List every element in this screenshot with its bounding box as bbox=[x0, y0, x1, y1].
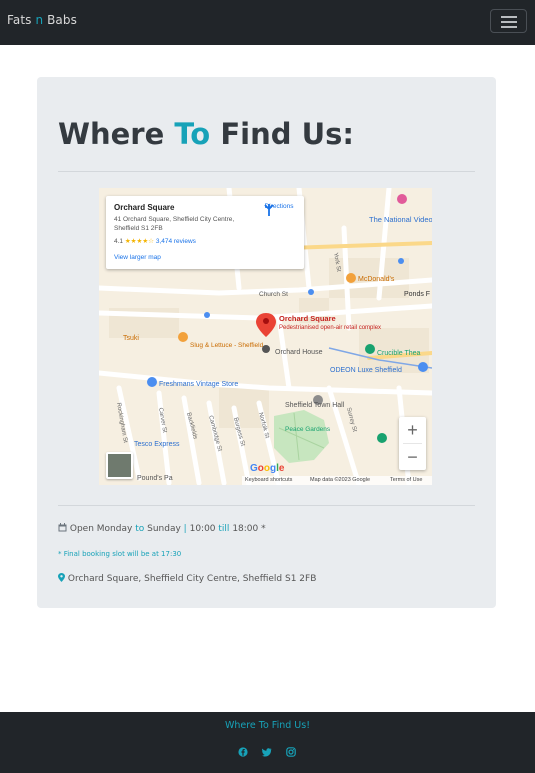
map-data-attribution: Map data ©2023 Google bbox=[310, 477, 371, 483]
instagram-link[interactable] bbox=[286, 742, 296, 757]
google-map-embed[interactable]: The National Videogame Museum McDonald's… bbox=[99, 188, 432, 485]
rating-stars-icon: ★★★★☆ bbox=[124, 238, 154, 245]
map-place-info-card: Orchard Square 41 Orchard Square, Sheffi… bbox=[106, 196, 304, 269]
address-line: Orchard Square, Sheffield City Centre, S… bbox=[58, 573, 316, 584]
google-logo: Google bbox=[250, 463, 285, 474]
zoom-in-button[interactable]: + bbox=[399, 417, 426, 443]
brand-logo-link[interactable]: Fats n Babs bbox=[7, 13, 77, 27]
twitter-icon bbox=[262, 748, 272, 757]
map-zoom-control: + − bbox=[399, 417, 426, 470]
instagram-icon bbox=[286, 747, 296, 757]
svg-text:Tesco Express: Tesco Express bbox=[134, 441, 180, 448]
map-marker-icon bbox=[58, 573, 65, 582]
brand-text-babs: Babs bbox=[43, 13, 77, 27]
page-footer: Where To Find Us! bbox=[0, 712, 535, 773]
satellite-toggle-thumbnail[interactable] bbox=[106, 452, 133, 479]
find-us-card: Where To Find Us: The National Video McD… bbox=[37, 77, 496, 608]
navbar-toggler-button[interactable] bbox=[490, 9, 527, 33]
place-name: Orchard Square bbox=[114, 203, 175, 212]
directions-link[interactable]: Directions bbox=[262, 203, 296, 216]
svg-text:Orchard House: Orchard House bbox=[275, 349, 323, 356]
reviews-link[interactable]: 3,474 reviews bbox=[156, 238, 196, 245]
svg-text:Ponds F: Ponds F bbox=[404, 291, 430, 298]
directions-icon bbox=[264, 204, 274, 216]
svg-text:Orchard Square: Orchard Square bbox=[279, 314, 336, 323]
calendar-icon bbox=[58, 523, 67, 532]
final-booking-note: * Final booking slot will be at 17:30 bbox=[58, 550, 182, 558]
keyboard-shortcuts-link[interactable]: Keyboard shortcuts bbox=[245, 476, 292, 485]
map-attribution-bar: Keyboard shortcuts Map data ©2023 Google… bbox=[242, 476, 432, 485]
svg-text:Tsuki: Tsuki bbox=[123, 335, 139, 342]
svg-text:Freshmans Vintage Store: Freshmans Vintage Store bbox=[159, 381, 238, 388]
svg-text:McDonald's: McDonald's bbox=[358, 276, 395, 283]
opening-hours: Open Monday to Sunday | 10:00 till 18:00… bbox=[58, 523, 266, 534]
svg-text:Pound's Pa: Pound's Pa bbox=[137, 475, 173, 482]
svg-text:Sheffield Town Hall: Sheffield Town Hall bbox=[285, 402, 345, 409]
title-divider bbox=[58, 171, 475, 172]
svg-text:The National Videogame Museum: The National Videogame Museum bbox=[369, 215, 432, 224]
top-navbar: Fats n Babs bbox=[0, 0, 535, 45]
svg-text:Peace Gardens: Peace Gardens bbox=[285, 426, 331, 433]
svg-text:Pedestrianised open-air retail: Pedestrianised open-air retail complex bbox=[279, 325, 381, 331]
brand-text-fats: Fats bbox=[7, 13, 36, 27]
svg-text:Crucible Thea: Crucible Thea bbox=[377, 350, 421, 357]
svg-text:ODEON Luxe Sheffield: ODEON Luxe Sheffield bbox=[330, 367, 402, 374]
page-title: Where To Find Us: bbox=[58, 117, 354, 151]
brand-text-n: n bbox=[35, 13, 44, 27]
terms-of-use-link[interactable]: Terms of Use bbox=[390, 476, 422, 485]
map-divider bbox=[58, 505, 475, 506]
facebook-link[interactable] bbox=[238, 742, 248, 757]
facebook-icon bbox=[238, 747, 248, 757]
svg-text:Slug & Lettuce - Sheffield: Slug & Lettuce - Sheffield bbox=[190, 342, 264, 349]
place-address: 41 Orchard Square, Sheffield City Centre… bbox=[114, 216, 235, 232]
twitter-link[interactable] bbox=[262, 742, 272, 757]
svg-text:Church St: Church St bbox=[259, 291, 288, 298]
view-larger-map-link[interactable]: View larger map bbox=[114, 254, 161, 261]
zoom-out-button[interactable]: − bbox=[399, 444, 426, 470]
place-rating: 4.1 ★★★★☆ 3,474 reviews bbox=[114, 238, 196, 245]
footer-title: Where To Find Us! bbox=[224, 720, 311, 731]
